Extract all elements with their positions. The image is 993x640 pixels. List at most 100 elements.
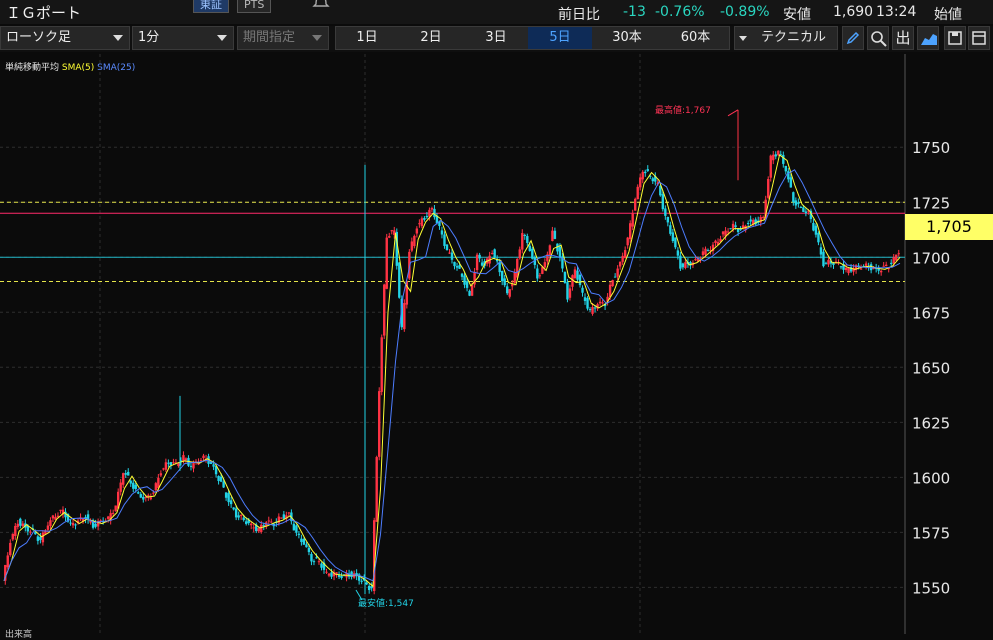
chart-type-value: ローソク足	[6, 30, 72, 45]
change-percent-alt: -0.89%	[720, 4, 770, 20]
chevron-down-icon	[312, 35, 322, 41]
candle-body	[199, 459, 203, 461]
candle-body	[19, 518, 22, 526]
candle-body	[71, 522, 75, 526]
candle-body	[628, 223, 632, 240]
candle-body	[413, 235, 416, 247]
range-2day[interactable]: 2日	[398, 27, 464, 49]
pen-icon[interactable]	[842, 26, 864, 50]
candle-body	[465, 281, 469, 288]
candle-body	[573, 269, 577, 278]
candle-body	[227, 493, 230, 503]
candle-body	[16, 523, 20, 527]
candle-body	[270, 521, 273, 523]
candle-body	[242, 517, 245, 521]
candle-body	[681, 263, 685, 268]
period-value: 期間指定	[243, 30, 296, 45]
interval-select[interactable]: 1分	[132, 26, 234, 50]
y-tick-label: 1675	[912, 304, 950, 322]
candle-body	[503, 278, 506, 286]
y-tick-label: 1750	[912, 139, 950, 157]
candle-body	[463, 275, 466, 285]
y-tick-label: 1575	[912, 524, 950, 542]
candle-body	[217, 476, 220, 481]
magnifier-icon[interactable]	[867, 26, 889, 50]
candle-body	[814, 225, 818, 235]
candle-body	[445, 244, 449, 250]
candle-body	[453, 261, 456, 267]
range-3day[interactable]: 3日	[464, 27, 528, 49]
range-30bars[interactable]: 30本	[592, 27, 662, 49]
candle-body	[295, 525, 298, 533]
candle-body	[646, 169, 649, 172]
candle-body	[804, 211, 808, 214]
high-marker-label: 最高値:1,767	[655, 104, 711, 116]
candle-body	[192, 462, 195, 469]
price-chart[interactable]: 1550 1575 1600 1625 1650 1675 1700 1725 1750 最高値:…	[0, 54, 993, 634]
low-value: 1,690	[833, 4, 874, 20]
candle-body	[895, 254, 898, 261]
output-icon[interactable]: 出	[892, 26, 914, 50]
candle-body	[827, 259, 830, 265]
candle-body	[375, 457, 378, 522]
candle-body	[553, 230, 557, 239]
candle-body	[234, 508, 238, 518]
range-5day[interactable]: 5日	[528, 27, 592, 49]
technical-button[interactable]: テクニカル	[734, 26, 838, 50]
candle-body	[137, 492, 140, 494]
candle-body	[380, 337, 383, 392]
candle-body	[772, 154, 775, 161]
candle-body	[239, 515, 243, 517]
candle-body	[182, 455, 185, 462]
candle-body	[701, 251, 705, 255]
candle-body	[869, 264, 873, 271]
candle-body	[252, 527, 255, 529]
chevron-down-icon	[739, 36, 747, 41]
candle-body	[613, 276, 617, 278]
period-select[interactable]: 期間指定	[237, 26, 329, 50]
prev-day-label: 前日比	[558, 7, 600, 23]
candle-body	[591, 306, 594, 314]
candle-body	[616, 268, 619, 277]
range-60bars[interactable]: 60本	[662, 27, 729, 49]
technical-label: テクニカル	[761, 30, 827, 45]
area-chart-icon[interactable]	[917, 26, 939, 50]
candle-body	[490, 253, 494, 255]
bell-icon[interactable]	[312, 0, 330, 8]
candle-body	[390, 230, 393, 232]
candle-body	[792, 192, 795, 203]
y-tick-label: 1550	[912, 579, 950, 597]
candle-body	[714, 240, 717, 244]
candle-body	[111, 512, 115, 514]
candle-body	[310, 553, 313, 562]
candle-body	[36, 536, 40, 541]
candle-body	[674, 237, 677, 248]
candle-body	[317, 561, 321, 563]
candle-body	[119, 482, 122, 492]
candle-body	[518, 249, 521, 259]
candle-body	[282, 514, 286, 519]
candle-body	[536, 268, 539, 279]
range-1day[interactable]: 1日	[336, 27, 398, 49]
candle-body	[106, 516, 110, 519]
candle-body	[794, 200, 798, 206]
y-tick-label: 1600	[912, 469, 950, 487]
header-bar: ＩＧポート 東証 PTS 前日比 -13 -0.76% -0.89% 安値 1,…	[0, 0, 993, 24]
candle-body	[127, 471, 130, 476]
candle-body	[598, 301, 602, 304]
candle-body	[152, 492, 155, 494]
candle-body	[784, 165, 788, 172]
market-tab-pts[interactable]: PTS	[237, 0, 272, 13]
candle-body	[859, 268, 863, 270]
market-tab-tse[interactable]: 東証	[193, 0, 229, 13]
candle-body	[232, 507, 235, 510]
panel-icon[interactable]	[968, 26, 990, 50]
candle-body	[325, 571, 328, 573]
candle-body	[69, 522, 72, 524]
chart-type-select[interactable]: ローソク足	[0, 26, 130, 50]
candle-body	[822, 251, 825, 267]
candle-body	[726, 231, 730, 233]
toolbar: ローソク足 1分 期間指定 1日 2日 3日 5日 30本 60本 テクニカル …	[0, 26, 993, 52]
candle-body	[162, 468, 165, 470]
save-icon[interactable]	[944, 26, 966, 50]
